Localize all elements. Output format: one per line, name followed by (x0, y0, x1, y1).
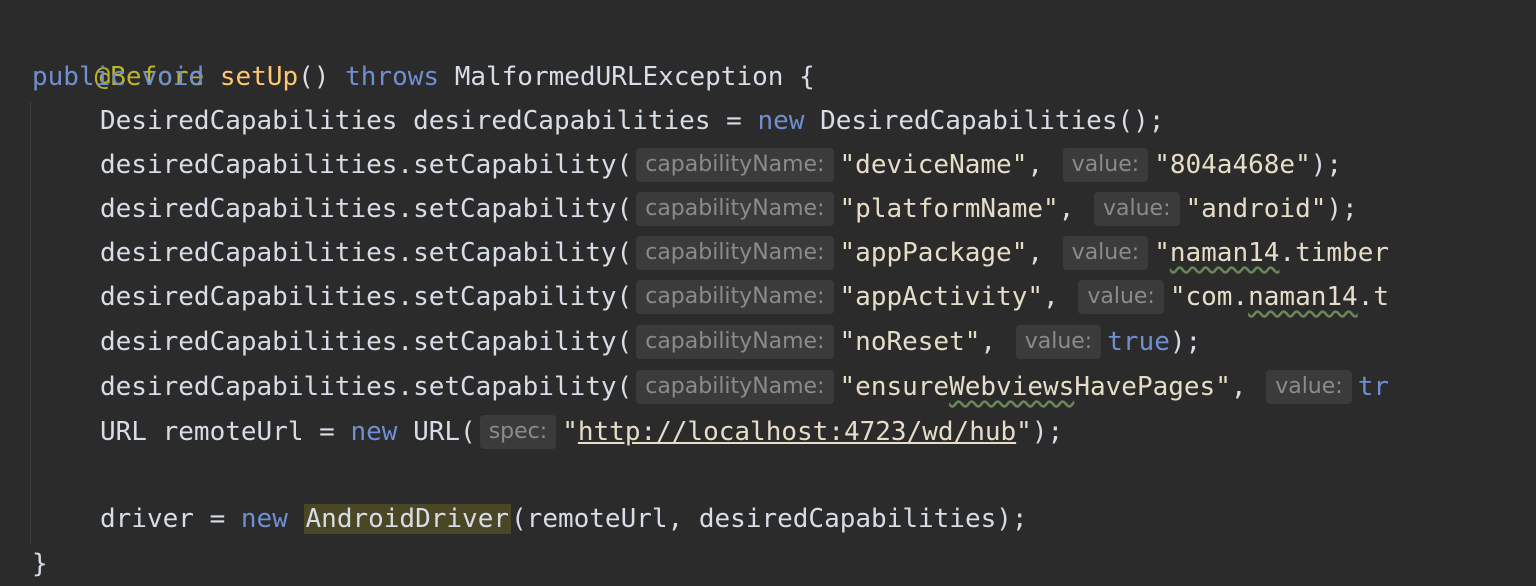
code-line-9: desiredCapabilities.setCapability(capabi… (100, 365, 1389, 409)
string-literal: "android" (1185, 194, 1327, 224)
punctuation: , (980, 327, 1012, 357)
keyword: tr (1357, 372, 1390, 402)
string-literal: naman14 (1169, 238, 1280, 268)
keyword: new (350, 417, 398, 447)
keyword: new (240, 504, 288, 534)
punctuation: { (783, 62, 815, 92)
code-line-13: } (32, 542, 48, 586)
parameter-hint: capabilityName: (636, 280, 834, 314)
code-line-8: desiredCapabilities.setCapability(capabi… (100, 320, 1201, 364)
punctuation: () (298, 62, 330, 92)
code-text: desiredCapabilities.setCapability( (100, 372, 633, 402)
parameter-hint: capabilityName: (636, 325, 834, 359)
string-literal: "platformName" (839, 194, 1059, 224)
code-line-5: desiredCapabilities.setCapability(capabi… (100, 187, 1358, 231)
string-literal: .timber (1279, 238, 1389, 268)
keyword: true (1107, 327, 1170, 357)
code-text: desiredCapabilities = (397, 106, 758, 136)
code-line-12: driver = new AndroidDriver(remoteUrl, de… (100, 497, 1028, 541)
code-text: DesiredCapabilities(); (804, 106, 1165, 136)
indent-guide (30, 102, 31, 544)
code-text: URL( (397, 417, 476, 447)
keyword: throws (345, 62, 440, 92)
code-line-7: desiredCapabilities.setCapability(capabi… (100, 275, 1389, 319)
string-literal: " (1016, 417, 1032, 447)
string-literal: Webviews (949, 372, 1075, 402)
code-line-3: DesiredCapabilities desiredCapabilities … (100, 99, 1164, 143)
parameter-hint: capabilityName: (636, 370, 834, 404)
highlighted-class-name[interactable]: AndroidDriver (303, 504, 512, 534)
punctuation: , (1027, 238, 1059, 268)
parameter-hint: value: (1062, 148, 1149, 182)
code-line-2: public void setUp() throws MalformedURLE… (32, 55, 815, 99)
exception-type: MalformedURLException (454, 62, 784, 92)
code-line-6: desiredCapabilities.setCapability(capabi… (100, 231, 1389, 275)
parameter-hint: capabilityName: (636, 236, 834, 270)
punctuation: , (1230, 372, 1263, 402)
code-text: desiredCapabilities.setCapability( (100, 194, 633, 224)
code-text: remoteUrl = (146, 417, 351, 447)
code-text: = (193, 504, 241, 534)
parameter-hint: capabilityName: (636, 192, 834, 226)
string-literal: "noReset" (839, 327, 981, 357)
parameter-hint: value: (1078, 280, 1164, 314)
punctuation: ); (1310, 150, 1343, 180)
code-line-10: URL remoteUrl = new URL(spec: "http://loc… (100, 410, 1063, 454)
code-text: desiredCapabilities.setCapability( (100, 282, 633, 312)
punctuation: ); (1169, 327, 1202, 357)
code-text: desiredCapabilities.setCapability( (100, 238, 633, 268)
parameter-hint: capabilityName: (636, 148, 834, 182)
url-link[interactable]: http://localhost:4723/wd/hub (578, 417, 1016, 447)
punctuation: ); (1326, 194, 1358, 224)
string-literal: "ensure (839, 372, 950, 402)
parameter-hint: value: (1093, 192, 1180, 226)
string-literal: "appActivity" (839, 282, 1044, 312)
type-name: URL (100, 417, 147, 447)
string-literal: naman14 (1248, 282, 1358, 312)
method-name: setUp (219, 62, 299, 92)
parameter-hint: spec: (479, 415, 557, 449)
punctuation: , (1043, 282, 1075, 312)
string-literal: "appPackage" (839, 238, 1028, 268)
code-text: (remoteUrl, desiredCapabilities); (511, 504, 1028, 534)
parameter-hint: value: (1266, 370, 1352, 404)
string-literal: "com. (1169, 282, 1249, 312)
variable: driver (100, 504, 194, 534)
code-line-4: desiredCapabilities.setCapability(capabi… (100, 143, 1342, 187)
punctuation: , (1058, 194, 1090, 224)
string-literal: .t (1357, 282, 1390, 312)
closing-brace: } (32, 549, 48, 579)
keyword: void (141, 62, 205, 92)
code-text: desiredCapabilities.setCapability( (100, 150, 633, 180)
string-literal: "deviceName" (839, 150, 1028, 180)
punctuation: , (1027, 150, 1059, 180)
string-literal: "804a468e" (1154, 150, 1311, 180)
code-line-1: @Before (32, 11, 205, 92)
parameter-hint: value: (1062, 236, 1149, 270)
code-text: desiredCapabilities.setCapability( (100, 327, 633, 357)
code-editor[interactable]: @Before public void setUp() throws Malfo… (0, 0, 1536, 586)
keyword: public (32, 62, 126, 92)
string-literal: " (562, 417, 578, 447)
string-literal: " (1154, 238, 1170, 268)
type-name: DesiredCapabilities (100, 106, 398, 136)
string-literal: HavePages" (1074, 372, 1231, 402)
punctuation: ); (1031, 417, 1064, 447)
parameter-hint: value: (1015, 325, 1102, 359)
keyword: new (757, 106, 805, 136)
